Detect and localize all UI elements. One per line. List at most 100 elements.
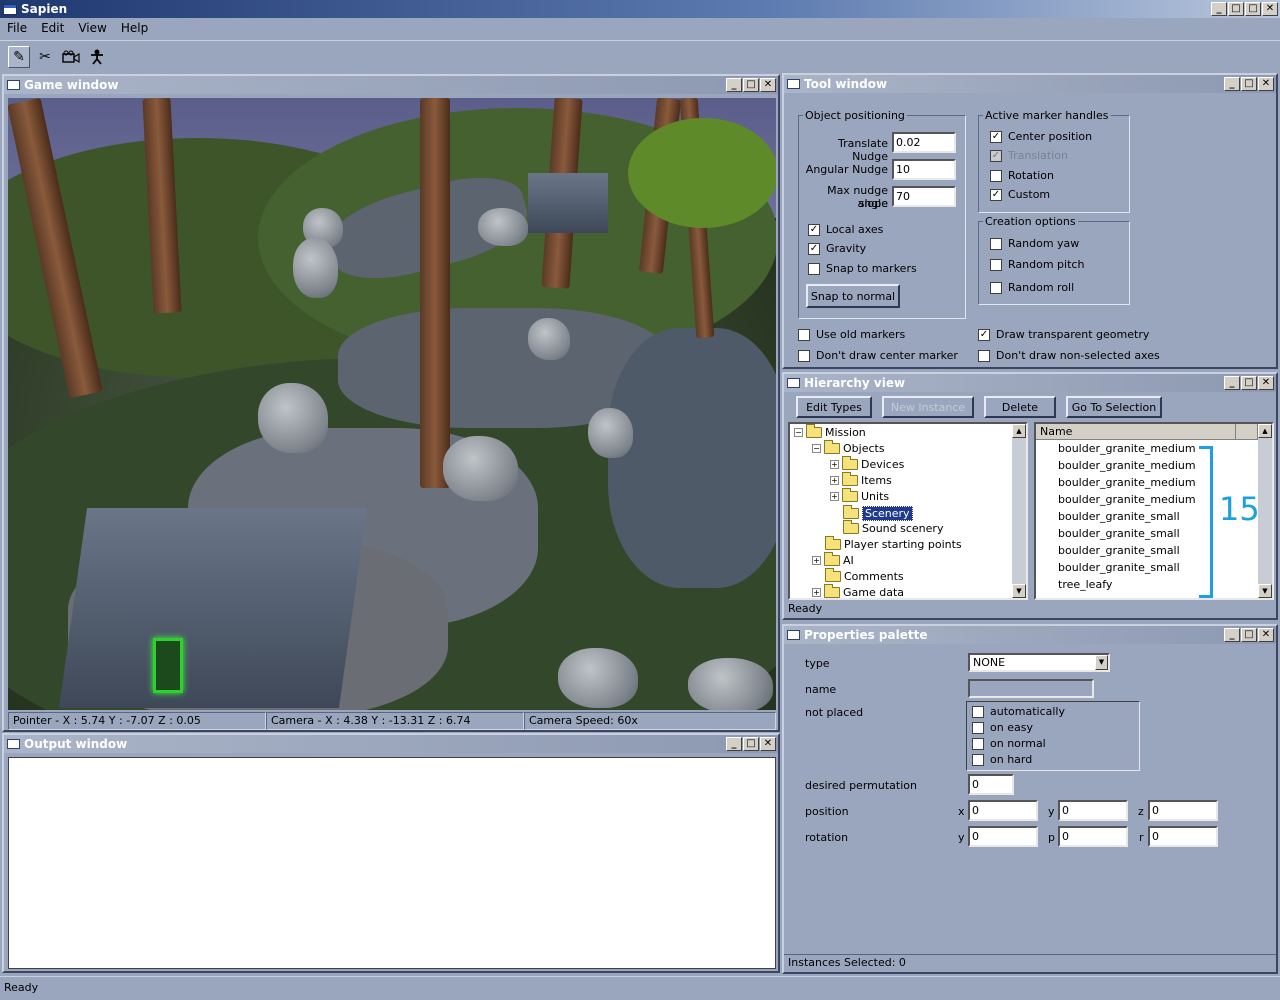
maximize-button[interactable]: □ <box>1241 77 1257 91</box>
rotation-y-input[interactable] <box>968 826 1038 847</box>
instance-list[interactable]: Name boulder_granite_medium boulder_gran… <box>1034 422 1274 600</box>
custom-checkbox[interactable]: ✓ Custom <box>990 188 1050 201</box>
tree-item-objects[interactable]: − Objects <box>812 440 885 455</box>
center-position-checkbox[interactable]: ✓ Center position <box>990 130 1092 143</box>
maximize-button[interactable]: □ <box>743 737 759 751</box>
minimize-button[interactable]: _ <box>726 737 742 751</box>
snap-to-markers-checkbox[interactable]: Snap to markers <box>808 262 917 275</box>
app-restore-button-2[interactable]: □ <box>1245 2 1261 16</box>
menu-edit[interactable]: Edit <box>34 21 71 35</box>
position-x-input[interactable] <box>968 800 1038 821</box>
properties-window-titlebar[interactable]: Properties palette _ □ ✕ <box>784 626 1276 644</box>
hierarchy-window-titlebar[interactable]: Hierarchy view _ □ ✕ <box>784 374 1276 392</box>
close-button[interactable]: ✕ <box>1258 628 1274 642</box>
hierarchy-tree[interactable]: − Mission − Objects + Devices + Items + Units… <box>788 422 1028 600</box>
menu-file[interactable]: File <box>0 21 34 35</box>
position-y-input[interactable] <box>1058 800 1128 821</box>
tree-item-sound-scenery[interactable]: Sound scenery <box>843 520 943 535</box>
dont-draw-center-checkbox[interactable]: Don't draw center marker <box>798 349 958 362</box>
list-item[interactable]: boulder_granite_medium <box>1058 493 1196 506</box>
output-text-area[interactable] <box>8 757 776 969</box>
menu-view[interactable]: View <box>71 21 113 35</box>
boulder[interactable] <box>478 208 528 246</box>
chevron-down-icon[interactable]: ▼ <box>1095 655 1108 670</box>
tool-window-titlebar[interactable]: Tool window _ □ ✕ <box>784 75 1276 93</box>
pencil-icon[interactable]: ✎ <box>8 45 30 68</box>
minimize-button[interactable]: _ <box>1224 628 1240 642</box>
close-button[interactable]: ✕ <box>1258 77 1274 91</box>
maximize-button[interactable]: □ <box>1241 376 1257 390</box>
on-hard-checkbox[interactable]: on hard <box>972 753 1032 766</box>
tree-item-comments[interactable]: Comments <box>825 568 904 583</box>
bunker[interactable] <box>58 508 368 708</box>
app-minimize-button[interactable]: _ <box>1211 2 1227 16</box>
minimize-button[interactable]: _ <box>1224 77 1240 91</box>
on-easy-checkbox[interactable]: on easy <box>972 721 1033 734</box>
type-select[interactable]: NONE ▼ <box>968 653 1110 672</box>
angular-nudge-input[interactable] <box>892 159 956 180</box>
tree-item-game-data[interactable]: + Game data <box>812 584 904 598</box>
gravity-checkbox[interactable]: ✓ Gravity <box>808 242 866 255</box>
list-item[interactable]: boulder_granite_small <box>1058 544 1180 557</box>
player-icon[interactable] <box>86 46 108 68</box>
list-item[interactable]: boulder_granite_medium <box>1058 442 1196 455</box>
random-roll-checkbox[interactable]: Random roll <box>990 281 1074 294</box>
tree-item-mission[interactable]: − Mission <box>794 424 866 439</box>
list-item[interactable]: boulder_granite_medium <box>1058 459 1196 472</box>
list-item[interactable]: boulder_granite_small <box>1058 561 1180 574</box>
tree-scrollbar[interactable]: ▲ ▼ <box>1012 424 1026 598</box>
use-old-markers-checkbox[interactable]: Use old markers <box>798 328 905 341</box>
maximize-button[interactable]: □ <box>743 78 759 92</box>
tree-item-items[interactable]: + Items <box>830 472 892 487</box>
bunker[interactable] <box>528 173 608 233</box>
translate-nudge-input[interactable] <box>892 132 956 153</box>
snap-to-normal-button[interactable]: Snap to normal <box>806 284 900 308</box>
output-window-titlebar[interactable]: Output window _ □ ✕ <box>4 735 778 753</box>
boulder[interactable] <box>688 658 773 710</box>
camera-icon[interactable] <box>60 46 82 68</box>
go-to-selection-button[interactable]: Go To Selection <box>1066 396 1162 418</box>
on-normal-checkbox[interactable]: on normal <box>972 737 1046 750</box>
tree-item-ai[interactable]: + AI <box>812 552 854 567</box>
menu-help[interactable]: Help <box>114 21 155 35</box>
local-axes-checkbox[interactable]: ✓ Local axes <box>808 223 883 236</box>
app-close-button[interactable]: ✕ <box>1262 2 1278 16</box>
position-z-input[interactable] <box>1148 800 1218 821</box>
dont-draw-axes-checkbox[interactable]: Don't draw non-selected axes <box>978 349 1160 362</box>
game-window-titlebar[interactable]: Game window _ □ ✕ <box>4 76 778 94</box>
tree-item-player-starting-points[interactable]: Player starting points <box>825 536 962 551</box>
max-nudge-slope-input[interactable] <box>892 186 956 207</box>
tree-item-devices[interactable]: + Devices <box>830 456 904 471</box>
rotation-r-input[interactable] <box>1148 826 1218 847</box>
boulder[interactable] <box>558 648 638 708</box>
list-item[interactable]: tree_leafy <box>1058 578 1112 591</box>
scroll-down-button[interactable]: ▼ <box>1012 584 1026 598</box>
close-button[interactable]: ✕ <box>760 78 776 92</box>
random-yaw-checkbox[interactable]: Random yaw <box>990 237 1079 250</box>
scroll-down-button[interactable]: ▼ <box>1258 584 1272 598</box>
scroll-up-button[interactable]: ▲ <box>1258 424 1272 438</box>
scroll-up-button[interactable]: ▲ <box>1012 424 1026 438</box>
edit-types-button[interactable]: Edit Types <box>796 396 872 418</box>
3d-viewport[interactable] <box>8 98 776 710</box>
boulder[interactable] <box>588 408 633 458</box>
boulder[interactable] <box>528 318 570 360</box>
tree-item-scenery[interactable]: Scenery <box>843 505 913 521</box>
delete-button[interactable]: Delete <box>984 396 1056 418</box>
boulder[interactable] <box>293 238 338 298</box>
list-scrollbar[interactable]: ▲ ▼ <box>1258 424 1272 598</box>
scissors-icon[interactable]: ✂ <box>34 46 56 68</box>
minimize-button[interactable]: _ <box>726 78 742 92</box>
name-column-header[interactable]: Name <box>1036 424 1236 439</box>
list-item[interactable]: boulder_granite_small <box>1058 510 1180 523</box>
list-item[interactable]: boulder_granite_medium <box>1058 476 1196 489</box>
random-pitch-checkbox[interactable]: Random pitch <box>990 258 1084 271</box>
close-button[interactable]: ✕ <box>1258 376 1274 390</box>
tree-item-units[interactable]: + Units <box>830 488 889 503</box>
draw-transparent-checkbox[interactable]: ✓ Draw transparent geometry <box>978 328 1149 341</box>
app-restore-button[interactable]: □ <box>1228 2 1244 16</box>
desired-permutation-input[interactable] <box>968 774 1014 795</box>
list-item[interactable]: boulder_granite_small <box>1058 527 1180 540</box>
minimize-button[interactable]: _ <box>1224 376 1240 390</box>
close-button[interactable]: ✕ <box>760 737 776 751</box>
